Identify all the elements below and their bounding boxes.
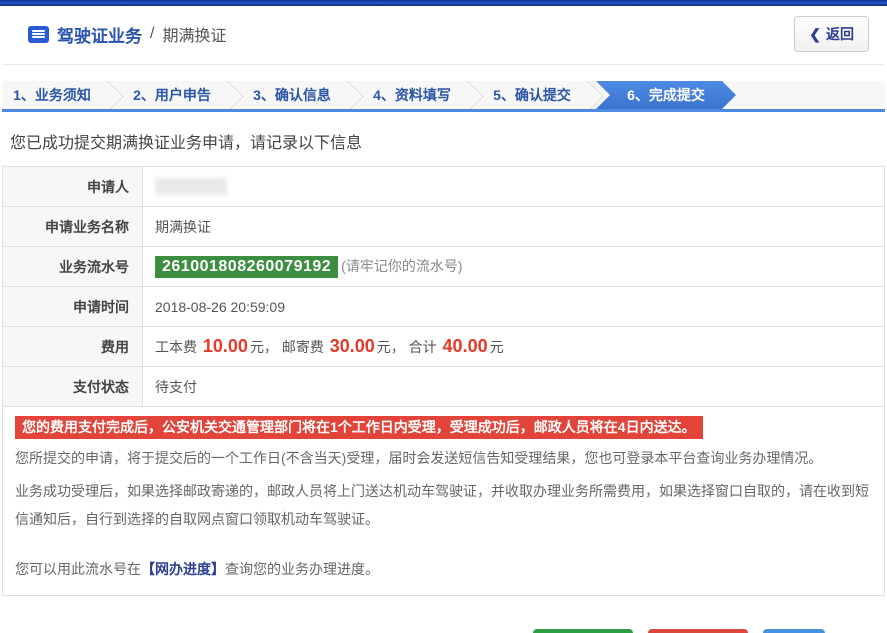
fee-post-label: 邮寄费 <box>281 339 324 355</box>
fee-unit: 元 <box>489 339 504 355</box>
notes-panel: 您的费用支付完成后，公安机关交通管理部门将在1个工作日内受理，受理成功后，邮政人… <box>2 406 885 596</box>
row-label: 申请时间 <box>2 286 143 327</box>
row-label: 申请业务名称 <box>2 206 143 247</box>
table-row-status: 支付状态 待支付 <box>2 366 885 407</box>
back-button-top[interactable]: ❮ 返回 <box>794 16 869 52</box>
table-row-serial: 业务流水号 261001808260079192 (请牢记你的流水号) <box>2 246 885 287</box>
step-item-2: 2、用户申告 <box>133 87 211 103</box>
application-time-value: 2018-08-26 20:59:09 <box>142 286 885 327</box>
note-paragraph-1: 您所提交的申请，将于提交后的一个工作日(不含当天)受理，届时会发送短信告知受理结… <box>15 450 823 466</box>
continue-payment-button[interactable]: ¥ 继续支付 <box>533 629 634 633</box>
progress-note-suffix: 查询您的业务办理进度。 <box>225 561 379 577</box>
table-row-fee: 费用 工本费 10.00 元， 邮寄费 30.00 元， 合计 40.00 元 <box>2 326 885 367</box>
fee-unit: 元， <box>376 339 405 355</box>
fee-unit: 元， <box>249 339 278 355</box>
action-button-row: ¥ 继续支付 ¥ 取消支付 返回 <box>2 629 885 633</box>
step-separator-icon <box>102 81 122 109</box>
payment-status-value: 待支付 <box>142 366 885 407</box>
serial-note: (请牢记你的流水号) <box>341 257 463 274</box>
step-separator-icon <box>462 81 482 109</box>
serial-value-cell: 261001808260079192 (请牢记你的流水号) <box>142 246 885 287</box>
step-separator-icon <box>342 81 362 109</box>
page-title-primary: 驾驶证业务 <box>57 26 142 46</box>
back-button-label: 返回 <box>826 26 854 42</box>
step-wizard: 1、业务须知 2、用户申告 3、确认信息 4、资料填写 5、确认提交 6、完成提… <box>2 81 885 112</box>
applicant-name-redacted <box>155 178 227 196</box>
step-item-4: 4、资料填写 <box>373 87 451 103</box>
step-item-3: 3、确认信息 <box>253 87 331 103</box>
row-label: 费用 <box>2 326 143 367</box>
row-label: 申请人 <box>2 166 143 207</box>
table-row-applicant: 申请人 <box>2 166 885 207</box>
note-paragraph-2: 业务成功受理后，如果选择邮政寄递的，邮政人员将上门送达机动车驾驶证，并收取办理业… <box>15 483 869 527</box>
chevron-left-icon: ❮ <box>809 25 821 42</box>
header: 驾驶证业务 / 期满换证 ❮ 返回 <box>2 6 885 65</box>
breadcrumb: 驾驶证业务 / 期满换证 <box>28 22 226 47</box>
fee-post-amount: 30.00 <box>329 336 375 356</box>
table-row-time: 申请时间 2018-08-26 20:59:09 <box>2 286 885 327</box>
fee-total-amount: 40.00 <box>442 336 488 356</box>
breadcrumb-separator: / <box>150 25 155 42</box>
step-item-6-active: 6、完成提交 <box>596 81 736 109</box>
application-info-table: 申请人 申请业务名称 期满换证 业务流水号 261001808260079192… <box>2 166 885 407</box>
document-list-icon <box>28 25 49 43</box>
page-title-secondary: 期满换证 <box>162 28 227 45</box>
page: 驾驶证业务 / 期满换证 ❮ 返回 1、业务须知 2、用户申告 3、确认信息 4… <box>0 6 887 633</box>
back-button-bottom[interactable]: 返回 <box>763 629 825 633</box>
cancel-payment-button[interactable]: ¥ 取消支付 <box>648 629 748 633</box>
row-label: 业务流水号 <box>2 246 143 287</box>
applicant-value <box>142 166 885 207</box>
progress-menu-reference: 【网办进度】 <box>141 561 225 577</box>
fee-value-cell: 工本费 10.00 元， 邮寄费 30.00 元， 合计 40.00 元 <box>142 326 885 367</box>
step-separator-icon <box>582 81 602 109</box>
fee-work-label: 工本费 <box>155 339 197 355</box>
serial-number-badge: 261001808260079192 <box>155 255 339 278</box>
warning-banner: 您的费用支付完成后，公安机关交通管理部门将在1个工作日内受理，受理成功后，邮政人… <box>15 416 703 439</box>
progress-note-prefix: 您可以用此流水号在 <box>15 561 141 577</box>
success-message: 您已成功提交期满换证业务申请，请记录以下信息 <box>10 135 363 152</box>
progress-note: 您可以用此流水号在【网办进度】查询您的业务办理进度。 <box>15 559 872 579</box>
step-item-5: 5、确认提交 <box>493 87 571 103</box>
step-item-1: 1、业务须知 <box>13 87 91 103</box>
table-row-business: 申请业务名称 期满换证 <box>2 206 885 247</box>
row-label: 支付状态 <box>2 366 143 407</box>
fee-total-label: 合计 <box>408 339 437 355</box>
step-separator-icon <box>222 81 242 109</box>
fee-work-amount: 10.00 <box>202 336 248 356</box>
business-name-value: 期满换证 <box>142 206 885 247</box>
